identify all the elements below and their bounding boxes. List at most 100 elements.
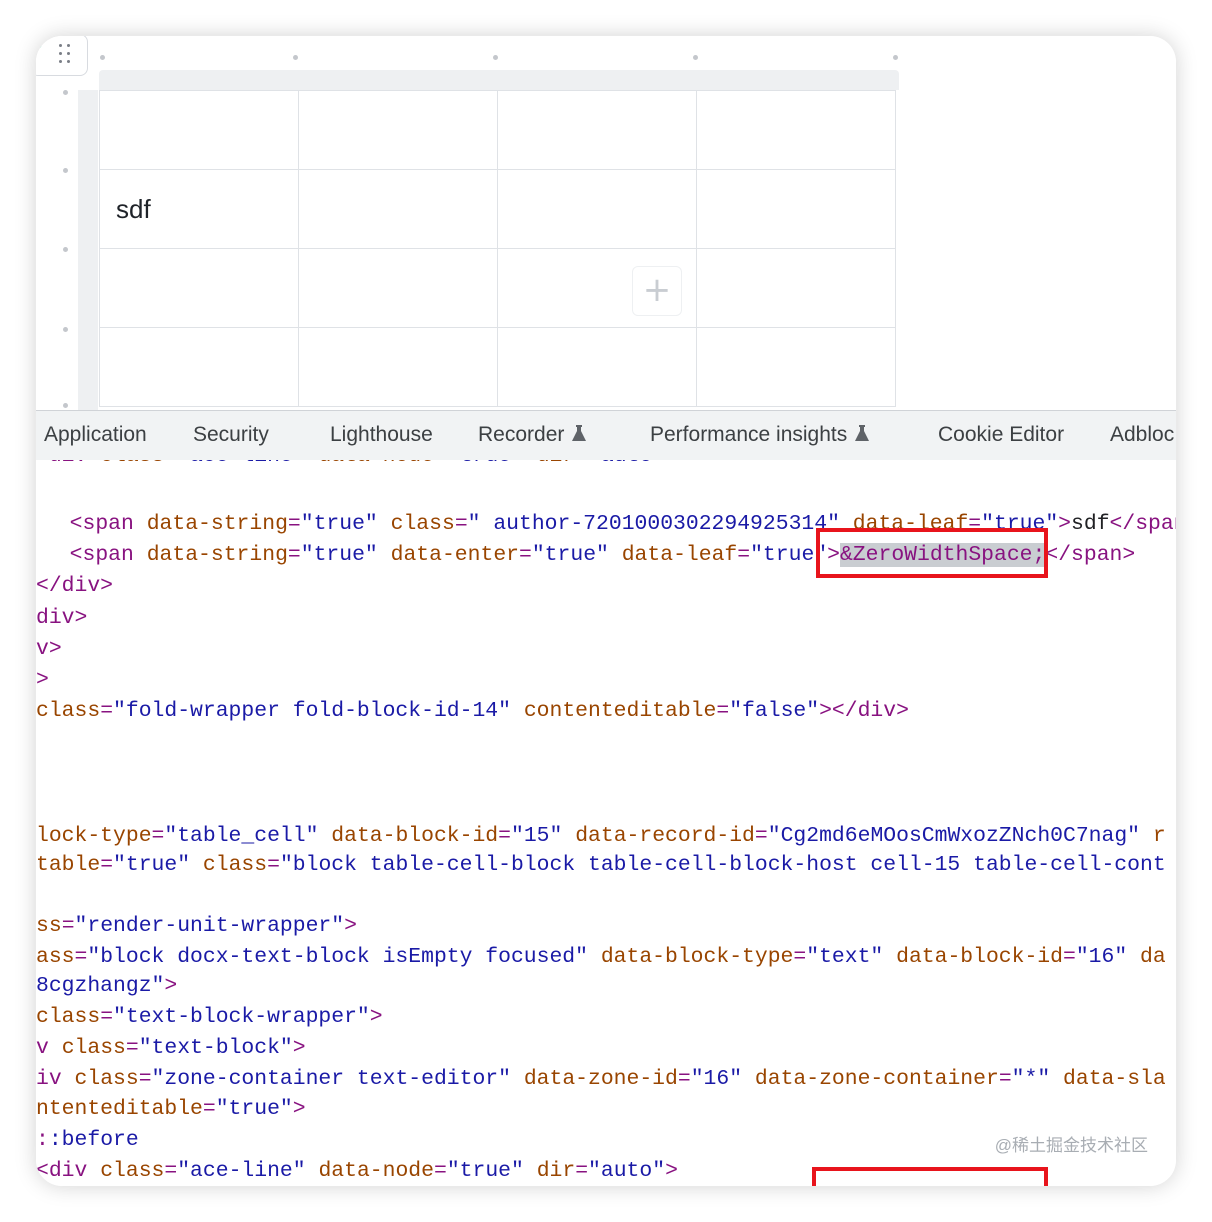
code-token: =	[287, 512, 301, 536]
code-token: >	[665, 460, 678, 468]
add-row-button[interactable]: +	[632, 266, 682, 316]
code-token: >	[369, 1005, 383, 1029]
dom-line[interactable]: ntenteditable="true">	[36, 1094, 306, 1124]
dom-line[interactable]: 8cgzhangz">	[36, 971, 177, 1001]
dom-line[interactable]: <div class="ace-line" data-node="true" d…	[36, 460, 678, 471]
code-token: >	[665, 1159, 678, 1183]
code-token: "zone-container text-editor"	[151, 1067, 511, 1091]
code-token: "auto"	[588, 460, 665, 468]
code-token: "render-unit-wrapper"	[74, 914, 345, 938]
code-token: div>	[36, 606, 88, 630]
table-cell[interactable]	[298, 90, 498, 170]
tab-cookie-editor[interactable]: Cookie Editor	[938, 423, 1064, 447]
dom-line[interactable]: v>	[36, 634, 62, 664]
code-token: "16"	[690, 1067, 743, 1091]
code-token: data-block-id	[331, 824, 499, 848]
table-cell[interactable]	[497, 169, 697, 249]
dom-line[interactable]: <div class="ace-line" data-node="true" d…	[36, 1156, 678, 1186]
dom-line[interactable]: ass="block docx-text-block isEmpty focus…	[36, 942, 1166, 972]
code-token: "true"	[446, 1159, 524, 1183]
column-handle[interactable]	[100, 55, 105, 60]
code-token: "table_cell"	[164, 824, 319, 848]
dom-line[interactable]: </div>	[36, 571, 113, 601]
tab-lighthouse[interactable]: Lighthouse	[330, 423, 433, 447]
tab-recorder[interactable]: Recorder	[478, 423, 587, 447]
table-cell[interactable]	[497, 327, 697, 407]
column-handle[interactable]	[293, 55, 298, 60]
tab-adblock[interactable]: Adbloc	[1110, 423, 1174, 447]
code-token: "block docx-text-block isEmpty focused"	[87, 945, 588, 969]
code-token: "16"	[1075, 945, 1128, 969]
code-token: data-zone-id	[523, 1067, 678, 1091]
code-token: =	[287, 543, 301, 567]
code-token: data-record-id	[575, 824, 755, 848]
tab-application[interactable]: Application	[44, 423, 147, 447]
dom-line[interactable]: iv class="zone-container text-editor" da…	[36, 1064, 1166, 1094]
code-token: =	[454, 512, 468, 536]
table-drag-handle[interactable]	[36, 36, 88, 76]
elements-dom-tree[interactable]: <span data-string="true" class=" author-…	[36, 460, 1176, 1186]
code-token: dir	[537, 460, 576, 468]
dom-line[interactable]: class="fold-wrapper fold-block-id-14" co…	[36, 696, 909, 726]
dom-line[interactable]: class="text-block-wrapper">	[36, 1002, 383, 1032]
row-handle[interactable]	[63, 90, 68, 95]
code-token: =	[434, 460, 447, 468]
code-token: "15"	[510, 824, 563, 848]
code-token: "text"	[806, 945, 884, 969]
row-handle[interactable]	[63, 403, 68, 408]
code-token: data-block-type	[600, 945, 794, 969]
code-token: =	[267, 853, 280, 877]
dom-line[interactable]: div>	[36, 603, 87, 633]
dom-line[interactable]: >	[36, 665, 49, 695]
dom-line[interactable]: lock-type="table_cell" data-block-id="15…	[36, 821, 1166, 851]
code-token: ass	[36, 945, 75, 969]
table-cell[interactable]	[298, 169, 498, 249]
code-token: table	[36, 853, 101, 877]
table-cell[interactable]	[298, 327, 498, 407]
code-token: "ace-line"	[177, 460, 305, 468]
row-handle[interactable]	[63, 327, 68, 332]
table-cell[interactable]	[696, 90, 896, 170]
table-row-bar[interactable]	[78, 90, 98, 410]
code-token: "*"	[1011, 1067, 1051, 1091]
dom-line[interactable]: table="true" class="block table-cell-blo…	[36, 850, 1166, 880]
code-token: >	[344, 914, 357, 938]
code-token: dir	[536, 1159, 576, 1183]
code-token: data-zone-container	[754, 1067, 999, 1091]
column-handle[interactable]	[493, 55, 498, 60]
red-annotation-box	[812, 1167, 1048, 1186]
column-handle[interactable]	[893, 55, 898, 60]
tab-performance-insights[interactable]: Performance insights	[650, 423, 870, 447]
table-cell[interactable]: sdf	[99, 169, 299, 249]
table-column-bar[interactable]	[99, 70, 899, 90]
table-cell[interactable]	[497, 90, 697, 170]
table-cell[interactable]	[696, 327, 896, 407]
row-handle[interactable]	[63, 168, 68, 173]
table-cell[interactable]	[99, 248, 299, 328]
tab-security[interactable]: Security	[193, 423, 269, 447]
flask-icon	[572, 425, 587, 441]
table-cell[interactable]	[99, 327, 299, 407]
code-token: class	[36, 1005, 101, 1029]
row-handle[interactable]	[63, 247, 68, 252]
table-cell[interactable]	[696, 169, 896, 249]
dom-line[interactable]: ::before	[36, 1125, 139, 1155]
dom-line[interactable]: v class="text-block">	[36, 1033, 306, 1063]
code-token: ntenteditable	[36, 1097, 203, 1121]
dom-line[interactable]: ss="render-unit-wrapper">	[36, 911, 357, 941]
table-cell[interactable]	[298, 248, 498, 328]
table-cell[interactable]	[696, 248, 896, 328]
column-handle[interactable]	[693, 55, 698, 60]
table-cell[interactable]	[99, 90, 299, 170]
code-token: "true"	[300, 512, 378, 536]
